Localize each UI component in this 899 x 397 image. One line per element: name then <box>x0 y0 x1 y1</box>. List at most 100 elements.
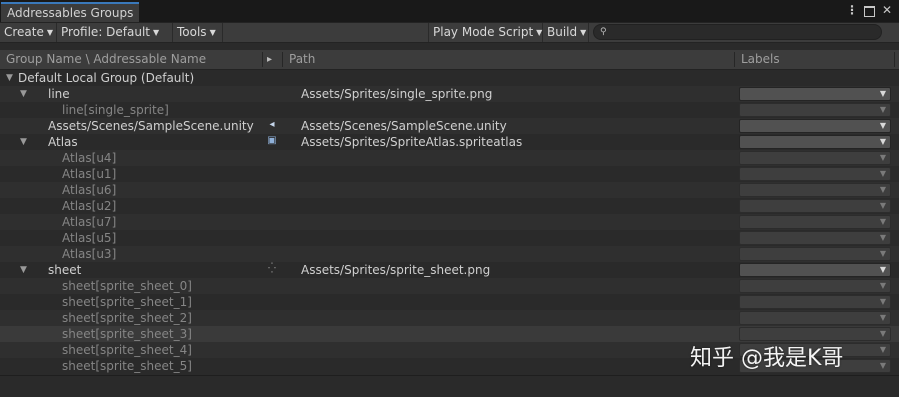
entry-row[interactable]: Assets/Scenes/SampleScene.unity ◂ Assets/S… <box>0 118 899 134</box>
labels-dropdown[interactable]: ▼ <box>739 135 891 149</box>
labels-dropdown[interactable]: ▼ <box>739 199 891 213</box>
entry-path: Assets/Sprites/sprite_sheet.png <box>301 263 491 277</box>
profile-dropdown[interactable]: Profile: Default ▼ <box>57 23 173 42</box>
bottom-divider <box>0 375 899 376</box>
entry-name: Atlas[u2] <box>62 199 117 213</box>
caret-down-icon: ▼ <box>879 297 886 306</box>
loading-icon: ⁛ <box>268 263 276 274</box>
caret-down-icon: ▼ <box>879 281 886 290</box>
sub-asset-row[interactable]: sheet[sprite_sheet_2] ▼ <box>0 310 899 326</box>
expand-arrow-icon[interactable]: ▼ <box>20 86 27 102</box>
create-label: Create <box>4 25 44 39</box>
entry-row[interactable]: ▼ sheet ⁛ Assets/Sprites/sprite_sheet.png ▼ <box>0 262 899 278</box>
entry-name: Assets/Scenes/SampleScene.unity <box>48 119 254 133</box>
tab-bar: Addressables Groups ⋮ ✕ <box>0 0 899 23</box>
caret-down-icon: ▼ <box>879 265 886 274</box>
column-divider[interactable] <box>894 52 895 67</box>
caret-down-icon: ▼ <box>879 217 886 226</box>
toolbar: Create ▼ Profile: Default ▼ Tools ▼ Play Mo… <box>0 23 899 43</box>
caret-down-icon: ▼ <box>879 169 886 178</box>
sprite-atlas-icon: ▣ <box>267 135 277 146</box>
labels-dropdown[interactable]: ▼ <box>739 263 891 277</box>
labels-dropdown[interactable]: ▼ <box>739 311 891 325</box>
entry-name: Atlas[u4] <box>62 151 117 165</box>
entry-name: sheet[sprite_sheet_5] <box>62 359 192 373</box>
entry-name: line <box>48 87 70 101</box>
close-icon[interactable]: ✕ <box>881 3 893 17</box>
caret-down-icon: ▼ <box>879 345 886 354</box>
sub-asset-row[interactable]: Atlas[u4] ▼ <box>0 150 899 166</box>
labels-dropdown[interactable]: ▼ <box>739 327 891 341</box>
tab-title: Addressables Groups <box>7 6 134 20</box>
sub-asset-row[interactable]: line[single_sprite] ▼ <box>0 102 899 118</box>
caret-down-icon: ▼ <box>879 153 886 162</box>
column-header-name[interactable]: Group Name \ Addressable Name <box>0 50 262 69</box>
sub-asset-row[interactable]: sheet[sprite_sheet_1] ▼ <box>0 294 899 310</box>
labels-dropdown[interactable]: ▼ <box>739 103 891 117</box>
kebab-menu-icon[interactable]: ⋮ <box>846 3 858 17</box>
entry-name: sheet[sprite_sheet_3] <box>62 327 192 341</box>
asset-type-icon: ▸ <box>267 54 273 65</box>
labels-dropdown[interactable]: ▼ <box>739 167 891 181</box>
sub-asset-row[interactable]: Atlas[u5] ▼ <box>0 230 899 246</box>
column-header-path[interactable]: Path <box>283 50 733 69</box>
sub-asset-row[interactable]: Atlas[u6] ▼ <box>0 182 899 198</box>
entry-name: sheet[sprite_sheet_1] <box>62 295 192 309</box>
play-mode-script-dropdown[interactable]: Play Mode Script ▼ <box>428 23 543 42</box>
entry-path: Assets/Sprites/SpriteAtlas.spriteatlas <box>301 135 523 149</box>
groups-tree: ▼ Default Local Group (Default) ▼ line Ass… <box>0 70 899 374</box>
entry-row[interactable]: ▼ line Assets/Sprites/single_sprite.png ▼ <box>0 86 899 102</box>
maximize-icon[interactable] <box>864 5 875 17</box>
caret-down-icon: ▼ <box>879 313 886 322</box>
labels-dropdown[interactable]: ▼ <box>739 183 891 197</box>
group-row[interactable]: ▼ Default Local Group (Default) <box>0 70 899 86</box>
caret-down-icon: ▼ <box>879 105 886 114</box>
entry-name: sheet[sprite_sheet_2] <box>62 311 192 325</box>
entry-row[interactable]: ▼ Atlas ▣ Assets/Sprites/SpriteAtlas.sprite… <box>0 134 899 150</box>
labels-dropdown[interactable]: ▼ <box>739 295 891 309</box>
labels-dropdown[interactable]: ▼ <box>739 215 891 229</box>
group-name: Default Local Group (Default) <box>18 71 195 85</box>
expand-arrow-icon[interactable]: ▼ <box>20 134 27 150</box>
caret-down-icon: ▼ <box>209 28 216 37</box>
labels-dropdown[interactable]: ▼ <box>739 119 891 133</box>
entry-name: sheet[sprite_sheet_0] <box>62 279 192 293</box>
caret-down-icon: ▼ <box>879 233 886 242</box>
entry-name: Atlas[u6] <box>62 183 117 197</box>
tab-addressables-groups[interactable]: Addressables Groups <box>1 2 139 22</box>
type-icon-column[interactable]: ▸ <box>263 50 283 69</box>
sub-asset-row[interactable]: Atlas[u2] ▼ <box>0 198 899 214</box>
entry-name: Atlas[u7] <box>62 215 117 229</box>
labels-dropdown[interactable]: ▼ <box>739 231 891 245</box>
tools-dropdown[interactable]: Tools ▼ <box>173 23 223 42</box>
entry-path: Assets/Scenes/SampleScene.unity <box>301 119 507 133</box>
create-dropdown[interactable]: Create ▼ <box>0 23 57 42</box>
caret-down-icon: ▼ <box>879 121 886 130</box>
search-input[interactable]: ⚲ <box>593 24 882 40</box>
labels-dropdown[interactable]: ▼ <box>739 151 891 165</box>
labels-dropdown[interactable]: ▼ <box>739 87 891 101</box>
caret-down-icon: ▼ <box>879 185 886 194</box>
play-mode-script-label: Play Mode Script <box>433 25 534 39</box>
caret-down-icon: ▼ <box>153 28 160 37</box>
window-controls: ⋮ ✕ <box>846 3 893 17</box>
caret-down-icon: ▼ <box>879 137 886 146</box>
sub-asset-row[interactable]: Atlas[u7] ▼ <box>0 214 899 230</box>
caret-down-icon: ▼ <box>879 201 886 210</box>
sub-asset-row[interactable]: Atlas[u1] ▼ <box>0 166 899 182</box>
entry-name: Atlas[u1] <box>62 167 117 181</box>
expand-arrow-icon[interactable]: ▼ <box>6 70 13 86</box>
expand-arrow-icon[interactable]: ▼ <box>20 262 27 278</box>
labels-dropdown[interactable]: ▼ <box>739 279 891 293</box>
caret-down-icon: ▼ <box>879 329 886 338</box>
entry-name: Atlas[u3] <box>62 247 117 261</box>
caret-down-icon: ▼ <box>879 361 886 370</box>
entry-path: Assets/Sprites/single_sprite.png <box>301 87 493 101</box>
sub-asset-row[interactable]: sheet[sprite_sheet_0] ▼ <box>0 278 899 294</box>
labels-dropdown[interactable]: ▼ <box>739 247 891 261</box>
column-header-labels[interactable]: Labels <box>735 50 895 69</box>
build-dropdown[interactable]: Build ▼ <box>543 23 589 42</box>
sub-asset-row[interactable]: Atlas[u3] ▼ <box>0 246 899 262</box>
caret-down-icon: ▼ <box>580 28 587 37</box>
entry-name: line[single_sprite] <box>62 103 169 117</box>
